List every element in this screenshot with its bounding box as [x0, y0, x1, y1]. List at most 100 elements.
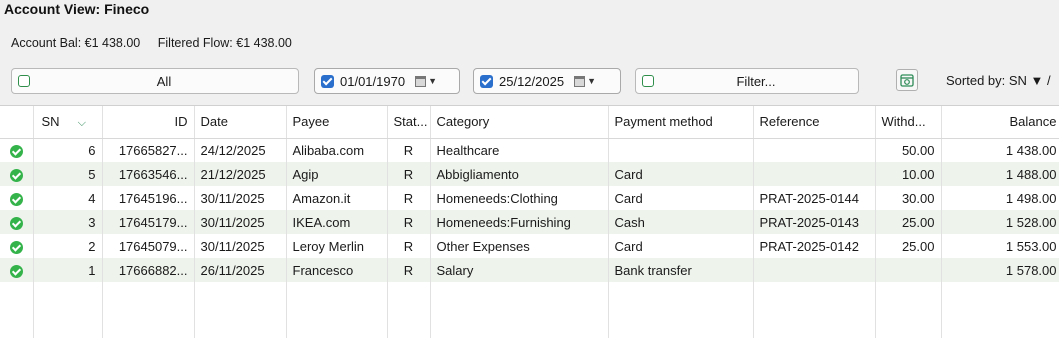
cell-payee: Agip	[286, 162, 388, 186]
cell-id: 17645079...	[102, 234, 195, 258]
cell-id: 17665827...	[102, 138, 195, 162]
account-summary: Account Bal: €1 438.00 Filtered Flow: €1…	[11, 36, 306, 50]
cell-reference: PRAT-2025-0144	[753, 186, 876, 210]
cell-category: Abbigliamento	[430, 162, 609, 186]
cell-category: Salary	[430, 258, 609, 282]
cell-balance: 1 438.00	[941, 138, 1059, 162]
calendar-icon[interactable]	[415, 75, 427, 87]
col-sn-label: SN	[41, 113, 60, 129]
transactions-grid: SN ⌵ ID Date Payee Stat... Category Payme…	[0, 105, 1059, 338]
chevron-down-icon[interactable]: ▼	[428, 76, 437, 86]
table-row[interactable]: 2 17645079... 30/11/2025 Leroy Merlin R …	[0, 234, 1059, 258]
col-balance[interactable]: Balance	[941, 106, 1059, 139]
cell-category: Other Expenses	[430, 234, 609, 258]
cell-category: Homeneeds:Furnishing	[430, 210, 609, 234]
check-circle-icon	[9, 192, 23, 206]
col-category[interactable]: Category	[430, 106, 609, 139]
cell-reference	[753, 162, 876, 186]
cell-status: R	[387, 234, 431, 258]
cell-reference: PRAT-2025-0143	[753, 210, 876, 234]
cell-date: 30/11/2025	[194, 234, 287, 258]
col-date[interactable]: Date	[194, 106, 287, 139]
cell-payee: Francesco	[286, 258, 388, 282]
cell-id: 17645196...	[102, 186, 195, 210]
cell-payee: IKEA.com	[286, 210, 388, 234]
date-from-picker[interactable]: 01/01/1970 ▼	[314, 68, 460, 94]
cell-id: 17645179...	[102, 210, 195, 234]
cell-payment-method: Card	[608, 162, 754, 186]
check-circle-icon	[9, 264, 23, 278]
cell-sn: 2	[33, 234, 103, 258]
filter-button[interactable]: Filter...	[635, 68, 859, 94]
date-to-picker[interactable]: 25/12/2025 ▼	[473, 68, 621, 94]
check-circle-icon	[9, 168, 23, 182]
header-row: SN ⌵ ID Date Payee Stat... Category Payme…	[0, 106, 1059, 139]
col-sn[interactable]: SN ⌵	[33, 106, 103, 139]
cell-withdrawal: 10.00	[875, 162, 942, 186]
transactions-table: SN ⌵ ID Date Payee Stat... Category Payme…	[0, 106, 1059, 338]
empty-row-area	[0, 282, 1059, 338]
calendar-refresh-button[interactable]	[896, 69, 918, 91]
cell-sn: 5	[33, 162, 103, 186]
cell-status: R	[387, 210, 431, 234]
table-row[interactable]: 4 17645196... 30/11/2025 Amazon.it R Hom…	[0, 186, 1059, 210]
col-id[interactable]: ID	[102, 106, 195, 139]
col-status-icon[interactable]	[0, 106, 34, 139]
cell-category: Homeneeds:Clothing	[430, 186, 609, 210]
date-from-value[interactable]: 01/01/1970	[340, 74, 405, 89]
cell-balance: 1 578.00	[941, 258, 1059, 282]
cell-balance: 1 488.00	[941, 162, 1059, 186]
cell-balance: 1 498.00	[941, 186, 1059, 210]
col-status[interactable]: Stat...	[387, 106, 431, 139]
table-row[interactable]: 3 17645179... 30/11/2025 IKEA.com R Home…	[0, 210, 1059, 234]
account-balance: Account Bal: €1 438.00	[11, 36, 141, 50]
cell-id: 17666882...	[102, 258, 195, 282]
cell-date: 24/12/2025	[194, 138, 287, 162]
cell-status: R	[387, 186, 431, 210]
check-circle-icon	[9, 240, 23, 254]
check-circle-icon	[9, 216, 23, 230]
cell-status: R	[387, 138, 431, 162]
sort-chevron-down-icon[interactable]: ⌵	[78, 117, 86, 129]
cell-withdrawal: 50.00	[875, 138, 942, 162]
cell-balance: 1 553.00	[941, 234, 1059, 258]
cell-sn: 1	[33, 258, 103, 282]
col-reference[interactable]: Reference	[753, 106, 876, 139]
filtered-flow: Filtered Flow: €1 438.00	[157, 36, 292, 50]
table-row[interactable]: 5 17663546... 21/12/2025 Agip R Abbiglia…	[0, 162, 1059, 186]
col-withdrawal[interactable]: Withd...	[875, 106, 942, 139]
col-payment-method[interactable]: Payment method	[608, 106, 754, 139]
cell-payment-method: Card	[608, 234, 754, 258]
cell-sn: 3	[33, 210, 103, 234]
cell-date: 30/11/2025	[194, 210, 287, 234]
cell-reference	[753, 138, 876, 162]
cell-payment-method: Card	[608, 186, 754, 210]
cell-id: 17663546...	[102, 162, 195, 186]
page-title: Account View: Fineco	[4, 1, 150, 17]
date-to-value[interactable]: 25/12/2025	[499, 74, 564, 89]
date-from-checkbox[interactable]	[321, 74, 334, 88]
cell-withdrawal: 30.00	[875, 186, 942, 210]
col-payee[interactable]: Payee	[286, 106, 388, 139]
cell-payee: Amazon.it	[286, 186, 388, 210]
cell-withdrawal: 25.00	[875, 210, 942, 234]
calendar-icon[interactable]	[574, 75, 586, 87]
filter-button-label: Filter...	[736, 73, 776, 89]
chevron-down-icon[interactable]: ▼	[587, 76, 596, 86]
cell-date: 21/12/2025	[194, 162, 287, 186]
date-to-checkbox[interactable]	[480, 74, 493, 88]
all-filter-label: All	[156, 73, 172, 89]
cell-withdrawal	[875, 258, 942, 282]
all-toggle-icon[interactable]	[18, 75, 30, 87]
all-filter-button[interactable]: All	[11, 68, 299, 94]
filter-toggle-icon[interactable]	[642, 75, 654, 87]
sort-indicator: Sorted by: SN ▼ /	[946, 73, 1051, 88]
cell-status: R	[387, 162, 431, 186]
table-row[interactable]: 1 17666882... 26/11/2025 Francesco R Sal…	[0, 258, 1059, 282]
calendar-refresh-icon	[900, 74, 914, 87]
cell-payee: Leroy Merlin	[286, 234, 388, 258]
cell-date: 30/11/2025	[194, 186, 287, 210]
table-row[interactable]: 6 17665827... 24/12/2025 Alibaba.com R H…	[0, 138, 1059, 162]
cell-sn: 6	[33, 138, 103, 162]
cell-payment-method: Bank transfer	[608, 258, 754, 282]
